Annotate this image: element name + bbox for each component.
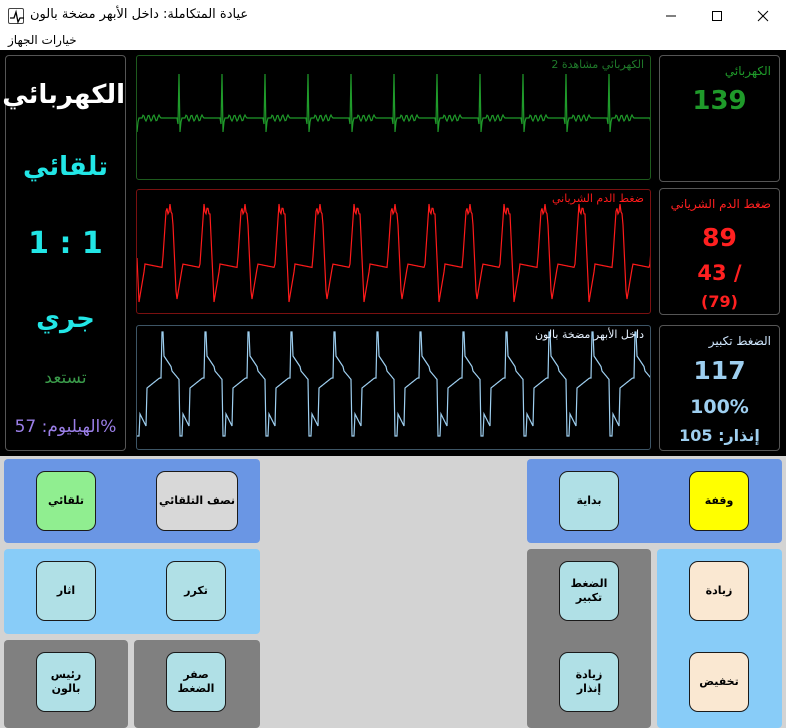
helium-level: %الهيليوم: 57 xyxy=(14,417,117,437)
decrease-button[interactable]: تخفيض xyxy=(689,652,749,712)
augmentation-percent: 100% xyxy=(690,396,749,418)
auto-button[interactable]: تلقائي xyxy=(36,471,96,531)
heart-rate-value: 139 xyxy=(692,86,747,116)
start-button[interactable]: بداية xyxy=(559,471,619,531)
ecg-waveform: الكهربائي مشاهدة 2 xyxy=(136,55,651,180)
menu-device-options[interactable]: خيارات الجهاز xyxy=(8,33,77,47)
status-panel: الكهربائي تلقائي 1 : 1 جري تستعد %الهيلي… xyxy=(2,55,126,451)
minimize-button[interactable] xyxy=(648,0,694,32)
maximize-button[interactable] xyxy=(694,0,740,32)
close-icon xyxy=(757,10,769,22)
diastolic-value: / 43 xyxy=(697,261,742,285)
control-panel: تلقائي نصف التلقائي اثار تكرر رئيس بالون… xyxy=(0,456,786,728)
balloon-main-button[interactable]: رئيس بالون xyxy=(36,652,96,712)
ecg-trace xyxy=(137,73,650,133)
trigger-group: اثار تكرر xyxy=(4,549,260,634)
arterial-numeric-box: ضغط الدم الشرياني 89 / 43 (79) xyxy=(659,188,780,315)
arterial-waveform-label: ضغط الدم الشرياني xyxy=(551,192,644,205)
balloon-waveform: داخل الأبهر مضخة بالون xyxy=(136,325,651,450)
mean-pressure-value: (79) xyxy=(701,292,738,311)
monitor-display: الكهربائي تلقائي 1 : 1 جري تستعد %الهيلي… xyxy=(0,50,786,456)
arterial-numeric-label: ضغط الدم الشرياني xyxy=(670,197,771,211)
semi-auto-button[interactable]: نصف التلقائي xyxy=(156,471,238,531)
arterial-trace xyxy=(137,203,650,303)
heart-monitor-icon xyxy=(8,8,24,24)
maximize-icon xyxy=(712,11,722,21)
augmentation-alarm: إنذار: 105 xyxy=(679,426,760,445)
ecg-numeric-label: الكهربائي xyxy=(724,64,771,78)
title-bar: عيادة المتكاملة: داخل الأبهر مضخة بالون xyxy=(0,0,786,32)
balloon-waveform-label: داخل الأبهر مضخة بالون xyxy=(534,328,644,341)
operation-mode: تلقائي xyxy=(23,152,108,182)
augmentation-numeric-box: الضغط تكبير 117 100% إنذار: 105 xyxy=(659,325,780,451)
pump-state: جري xyxy=(36,304,95,334)
run-group: بداية وقفة xyxy=(527,459,782,543)
alarm-group: الضغط تكبير زيادة إنذار xyxy=(527,549,651,728)
close-button[interactable] xyxy=(740,0,786,32)
zero-group: صفر الضغط xyxy=(134,640,260,728)
trigger-button[interactable]: اثار xyxy=(36,561,96,621)
augmentation-numeric-label: الضغط تكبير xyxy=(708,334,771,348)
mode-group: تلقائي نصف التلقائي xyxy=(4,459,260,543)
augment-pressure-button[interactable]: الضغط تكبير xyxy=(559,561,619,621)
systolic-value: 89 xyxy=(702,223,737,252)
ecg-numeric-box: الكهربائي 139 xyxy=(659,55,780,182)
adjust-group: زيادة تخفيض xyxy=(657,549,782,728)
minimize-icon xyxy=(666,15,676,17)
menu-bar: خيارات الجهاز xyxy=(0,32,786,50)
ecg-waveform-label: الكهربائي مشاهدة 2 xyxy=(551,58,644,71)
balloon-trace xyxy=(137,331,650,437)
increase-alarm-button[interactable]: زيادة إنذار xyxy=(559,652,619,712)
frequency-button[interactable]: تكرر xyxy=(166,561,226,621)
balloon-group: رئيس بالون xyxy=(4,640,128,728)
zero-pressure-button[interactable]: صفر الضغط xyxy=(166,652,226,712)
augmentation-value: 117 xyxy=(693,356,746,385)
arterial-waveform: ضغط الدم الشرياني xyxy=(136,189,651,314)
ready-status: تستعد xyxy=(44,368,87,388)
stop-button[interactable]: وقفة xyxy=(689,471,749,531)
increase-button[interactable]: زيادة xyxy=(689,561,749,621)
window-title: عيادة المتكاملة: داخل الأبهر مضخة بالون xyxy=(30,7,249,22)
trigger-source: الكهربائي xyxy=(2,80,125,110)
assist-ratio: 1 : 1 xyxy=(28,226,103,261)
